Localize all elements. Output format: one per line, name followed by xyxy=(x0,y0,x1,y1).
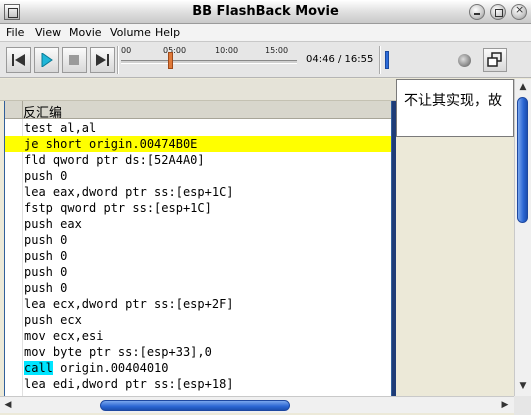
disassembly-panel: 反汇编 test al,al je short origin.00474B0E … xyxy=(4,101,392,396)
menu-view[interactable]: View xyxy=(35,26,61,39)
code-line: lea ecx,dword ptr ss:[esp+2F] xyxy=(24,297,234,311)
scroll-down-icon[interactable]: ▼ xyxy=(516,379,530,393)
timeline-thumb[interactable] xyxy=(168,52,174,69)
timeline-tick: 00 xyxy=(121,46,132,55)
vertical-scrollbar[interactable]: ▲ ▼ xyxy=(514,79,531,396)
stop-button[interactable] xyxy=(62,47,87,73)
call-target: origin.00404010 xyxy=(52,361,169,375)
scroll-corner xyxy=(514,396,531,415)
maximize-button[interactable] xyxy=(490,4,506,20)
fit-window-button[interactable] xyxy=(483,48,507,72)
time-display: 04:46 / 16:55 xyxy=(306,54,374,65)
play-icon xyxy=(41,53,53,67)
code-line: push 0 xyxy=(24,169,68,183)
title-bar: BB FlashBack Movie xyxy=(0,0,531,24)
menu-volume[interactable]: Volume xyxy=(110,26,151,39)
scroll-right-icon[interactable]: ▶ xyxy=(498,398,512,412)
code-line: mov byte ptr ss:[esp+33],0 xyxy=(24,345,212,359)
code-line: fld qword ptr ds:[52A4A0] xyxy=(24,153,205,167)
timeline-track[interactable] xyxy=(121,60,297,64)
play-button[interactable] xyxy=(34,47,59,73)
menu-movie[interactable]: Movie xyxy=(69,26,102,39)
horizontal-scrollbar[interactable]: ◀ ▶ xyxy=(0,396,514,413)
menu-file[interactable]: File xyxy=(6,26,24,39)
horizontal-scroll-thumb[interactable] xyxy=(100,400,290,411)
menu-bar: File View Movie Volume Help xyxy=(0,24,531,42)
rewind-button[interactable] xyxy=(6,47,31,73)
minimize-button[interactable] xyxy=(469,4,485,20)
toolbar-separator xyxy=(379,46,381,74)
menu-help[interactable]: Help xyxy=(155,26,180,39)
code-line: mov ecx,esi xyxy=(24,329,104,343)
disassembly-header: 反汇编 xyxy=(5,101,391,121)
forward-button[interactable] xyxy=(90,47,115,73)
code-line: push ecx xyxy=(24,313,82,327)
timeline-tick: 10:00 xyxy=(215,46,239,55)
scroll-up-icon[interactable]: ▲ xyxy=(516,80,530,94)
code-line-highlighted: je short origin.00474B0E xyxy=(5,136,391,152)
disassembly-header-label: 反汇编 xyxy=(23,106,63,121)
scroll-left-icon[interactable]: ◀ xyxy=(1,398,15,412)
code-line-call: call origin.00404010 xyxy=(5,360,391,376)
call-keyword: call xyxy=(24,361,53,375)
timeline-tick: 15:00 xyxy=(265,46,289,55)
panel-border xyxy=(392,101,396,396)
rewind-icon xyxy=(12,54,25,66)
code-line: push 0 xyxy=(24,265,68,279)
code-line: push eax xyxy=(24,217,82,231)
code-line: fstp qword ptr ss:[esp+1C] xyxy=(24,201,212,215)
close-button[interactable] xyxy=(511,4,527,20)
code-line: push 0 xyxy=(24,233,68,247)
stop-icon xyxy=(69,55,79,65)
timeline-tick: 05:00 xyxy=(163,46,187,55)
code-line: test al,al xyxy=(24,121,97,135)
fast-forward-icon xyxy=(96,54,109,66)
text-panel: 不让其实现，故 xyxy=(396,79,514,137)
code-line: lea eax,dword ptr ss:[esp+1C] xyxy=(24,185,234,199)
speaker-icon[interactable] xyxy=(458,54,471,67)
toolbar-separator xyxy=(117,46,119,74)
code-line: lea edi,dword ptr ss:[esp+18] xyxy=(24,377,234,391)
vertical-scroll-thumb[interactable] xyxy=(517,97,528,223)
movie-viewport: 反汇编 test al,al je short origin.00474B0E … xyxy=(0,79,514,396)
disassembly-lines: test al,al je short origin.00474B0E fld … xyxy=(5,120,391,392)
code-line: push 0 xyxy=(24,249,68,263)
window-title: BB FlashBack Movie xyxy=(192,4,339,19)
volume-slider[interactable] xyxy=(385,51,389,69)
text-panel-content: 不让其实现，故 xyxy=(404,93,502,109)
code-line: push 0 xyxy=(24,281,68,295)
window-restore-icon xyxy=(487,52,502,67)
